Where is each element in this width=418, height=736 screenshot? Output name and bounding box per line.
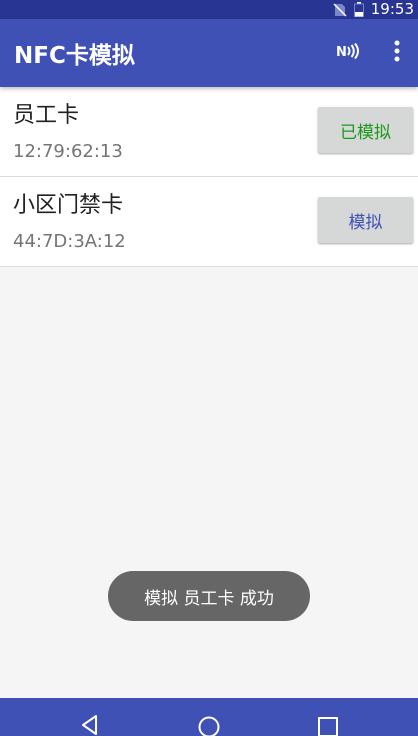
home-icon [197,714,221,736]
card-id: 12:79:62:13 [13,141,123,162]
status-bar: 19:53 [0,0,418,19]
card-name: 小区门禁卡 [13,193,124,218]
emulate-button[interactable]: 已模拟 [318,107,413,153]
nfc-icon: N [336,42,360,63]
card-id: 44:7D:3A:12 [13,231,126,252]
no-sim-icon [333,2,347,17]
recent-apps-icon [317,714,339,736]
svg-text:N: N [336,45,347,59]
nfc-action-button[interactable]: N [328,19,368,87]
app-bar: NFC卡模拟 N [0,19,418,87]
card-list: 员工卡 12:79:62:13 已模拟 小区门禁卡 44:7D:3A:12 模拟 [0,87,418,267]
app-title: NFC卡模拟 [14,43,135,69]
emulate-button[interactable]: 模拟 [318,197,413,243]
recent-apps-button[interactable] [298,698,358,736]
card-row[interactable]: 员工卡 12:79:62:13 已模拟 [0,87,418,177]
toast-message: 模拟 员工卡 成功 [108,571,310,621]
card-name: 员工卡 [13,103,80,128]
back-button[interactable] [60,698,120,736]
battery-icon [353,2,364,17]
navigation-bar [0,698,418,736]
home-button[interactable] [179,698,239,736]
more-vert-icon [394,40,400,66]
back-icon [79,714,101,736]
card-row[interactable]: 小区门禁卡 44:7D:3A:12 模拟 [0,177,418,267]
overflow-menu-button[interactable] [382,19,412,87]
status-time: 19:53 [370,0,414,18]
